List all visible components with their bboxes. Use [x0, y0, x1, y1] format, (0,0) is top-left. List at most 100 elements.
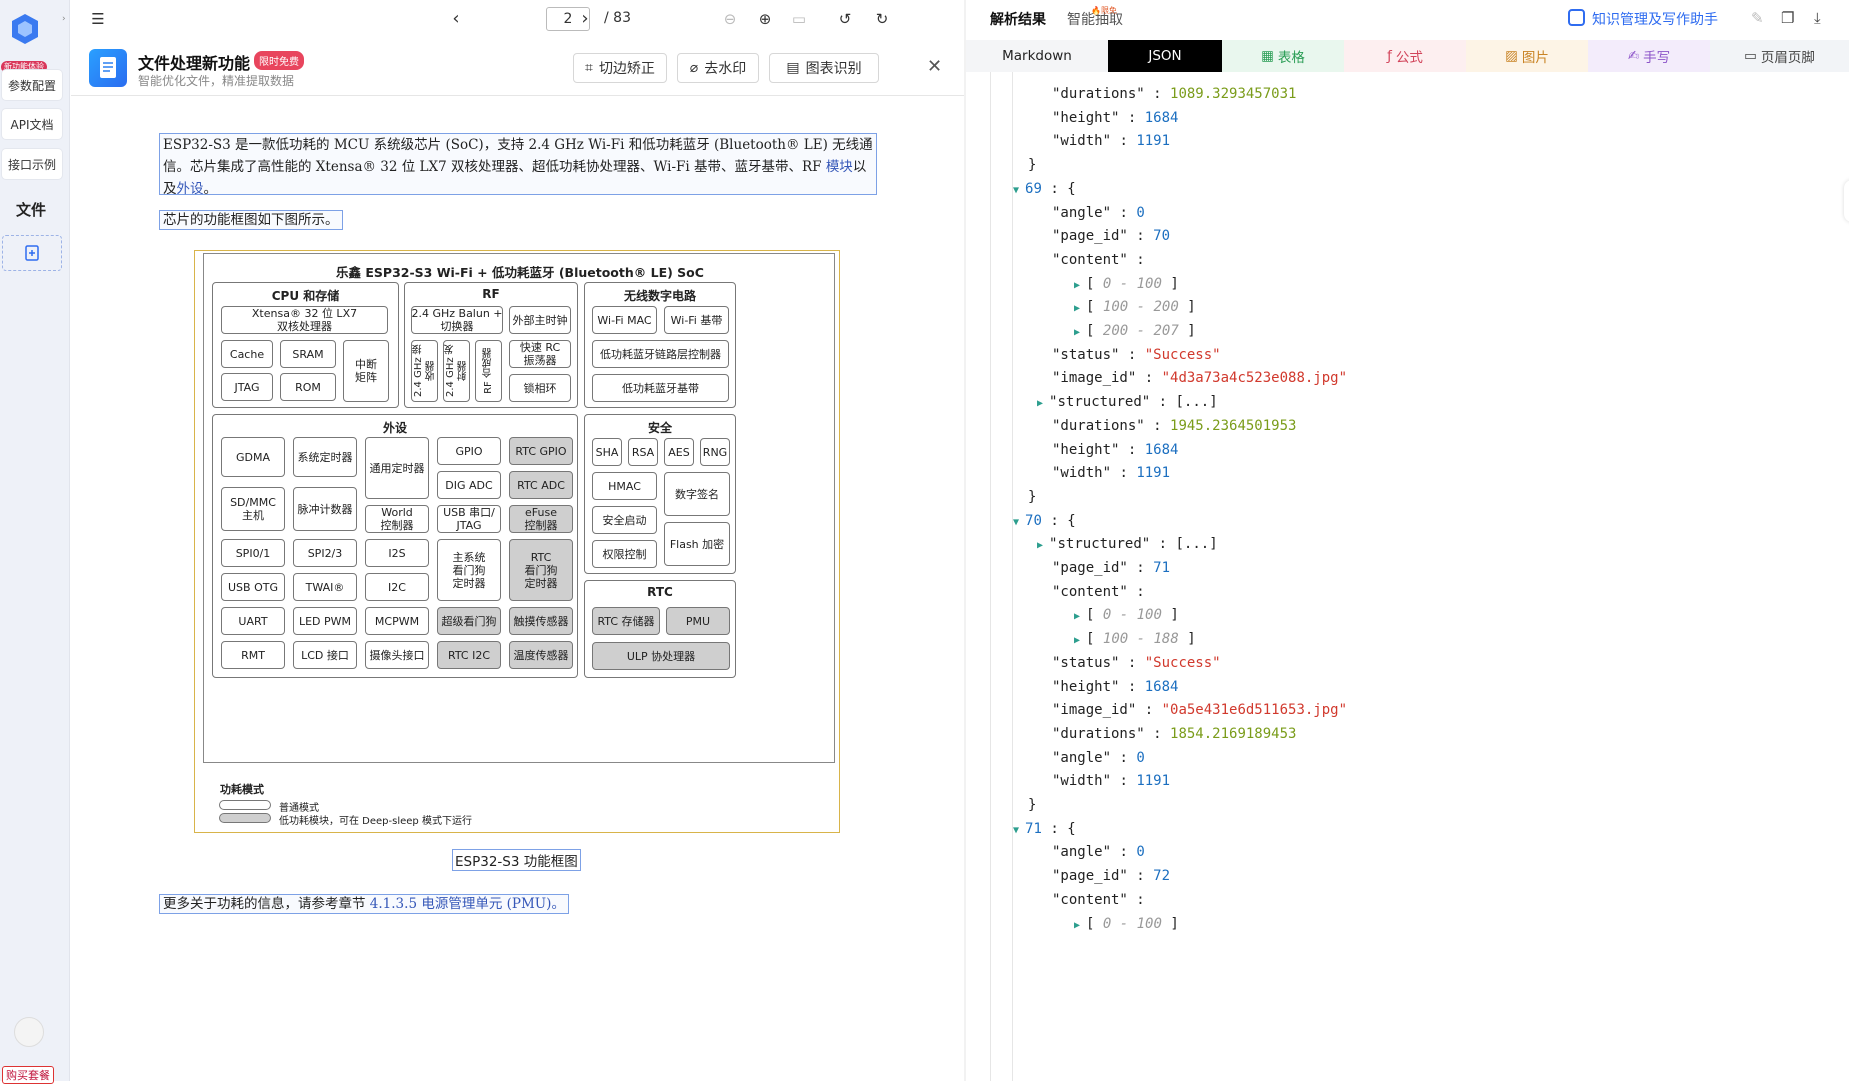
json-line[interactable]: } — [1028, 795, 1036, 815]
tab-image[interactable]: ▨ 图片 — [1466, 40, 1588, 72]
sidebar-item-settings[interactable]: 参数配置 — [2, 70, 62, 100]
json-value: 0 — [1136, 204, 1145, 221]
json-line[interactable]: ▶ [ 100 - 188 ] — [1074, 629, 1196, 651]
module-link[interactable]: 模块 — [826, 159, 853, 175]
json-line[interactable]: "status" : "Success" — [1052, 345, 1221, 365]
json-line[interactable]: ▶ "structured" : [...] — [1037, 392, 1218, 414]
json-line[interactable]: ▼ 69 : { — [1013, 179, 1076, 201]
balun-block: 2.4 GHz Balun + 切换器 — [411, 306, 503, 334]
sidebar-file-label[interactable]: 文件 — [0, 195, 62, 223]
json-colon: : — [1127, 891, 1154, 908]
peripheral-link[interactable]: 外设 — [177, 181, 204, 197]
buy-plan-button[interactable]: 购买套餐 — [2, 1066, 54, 1084]
sidebar-item-examples[interactable]: 接口示例 — [2, 149, 62, 179]
json-line[interactable]: "content" : — [1052, 250, 1153, 270]
tab-json[interactable]: JSON — [1108, 40, 1222, 72]
json-line[interactable]: } — [1028, 155, 1036, 175]
crop-correct-button[interactable]: ⌗ 切边矫正 — [573, 53, 667, 83]
json-line[interactable]: ▶ [ 200 - 207 ] — [1074, 321, 1196, 343]
json-line[interactable]: "content" : — [1052, 582, 1153, 602]
json-line[interactable]: "page_id" : 72 — [1052, 866, 1170, 886]
rotate-left-icon[interactable]: ↺ — [836, 10, 854, 28]
json-value: [...] — [1175, 536, 1218, 553]
json-line[interactable]: "height" : 1684 — [1052, 440, 1178, 460]
json-line[interactable]: "height" : 1684 — [1052, 677, 1178, 697]
json-line[interactable]: "height" : 1684 — [1052, 108, 1178, 128]
tab-parse-result[interactable]: 解析结果 — [990, 9, 1046, 29]
json-line[interactable]: "image_id" : "0a5e431e6d511653.jpg" — [1052, 700, 1347, 720]
json-line[interactable]: } — [1028, 487, 1036, 507]
zoom-out-icon[interactable]: ⊖ — [721, 10, 739, 28]
rtc-group: RTC RTC 存储器 PMU ULP 协处理器 — [584, 580, 736, 678]
json-line[interactable]: "page_id" : 70 — [1052, 226, 1170, 246]
peripheral-block: GPIO — [437, 437, 501, 465]
peripheral-block: I2C — [365, 573, 429, 601]
rtc-group-title: RTC — [647, 585, 673, 599]
peripheral-block: RTC 看门狗 定时器 — [509, 539, 573, 601]
json-line[interactable]: "durations" : 1945.2364501953 — [1052, 416, 1296, 436]
sidebar-item-api-docs[interactable]: API文档 — [2, 109, 62, 139]
prev-page-icon[interactable]: ‹ — [447, 10, 465, 28]
json-line[interactable]: "width" : 1191 — [1052, 771, 1170, 791]
remove-watermark-button[interactable]: ⌀ 去水印 — [677, 53, 759, 83]
json-line[interactable]: ▶ [ 100 - 200 ] — [1074, 297, 1196, 319]
paragraph-figure-intro[interactable]: 芯片的功能框图如下图所示。 — [159, 210, 343, 230]
rotate-right-icon[interactable]: ↻ — [873, 10, 891, 28]
json-line[interactable]: "durations" : 1854.2169189453 — [1052, 724, 1296, 744]
remove-watermark-label: 去水印 — [704, 61, 747, 77]
assistant-icon[interactable] — [1568, 9, 1585, 26]
json-line[interactable]: "angle" : 0 — [1052, 748, 1145, 768]
download-icon[interactable]: ⤓ — [1814, 9, 1821, 27]
json-line[interactable]: "width" : 1191 — [1052, 131, 1170, 151]
json-line[interactable]: ▶ [ 0 - 100 ] — [1074, 914, 1179, 936]
assistant-link[interactable]: 知识管理及写作助手 — [1592, 9, 1718, 29]
json-line[interactable]: ▼ 71 : { — [1013, 819, 1076, 841]
json-colon: : — [1150, 394, 1176, 411]
json-line[interactable]: ▶ [ 0 - 100 ] — [1074, 274, 1179, 296]
edit-icon[interactable]: ✎ — [1751, 9, 1764, 27]
file-feature-icon — [89, 49, 127, 87]
json-line[interactable]: ▶ [ 0 - 100 ] — [1074, 605, 1179, 627]
user-avatar[interactable] — [14, 1017, 44, 1047]
json-key: "page_id" — [1052, 868, 1128, 885]
json-line[interactable]: "image_id" : "4d3a73a4c523e088.jpg" — [1052, 368, 1347, 388]
json-line[interactable]: "content" : — [1052, 890, 1153, 910]
chart-recognition-button[interactable]: ▤ 图表识别 — [769, 53, 879, 83]
app-logo-icon[interactable] — [9, 12, 41, 46]
next-page-icon[interactable]: › — [576, 10, 594, 28]
json-line[interactable]: "angle" : 0 — [1052, 203, 1145, 223]
json-line[interactable]: ▼ 70 : { — [1013, 511, 1076, 533]
tab-formula[interactable]: ƒ 公式 — [1344, 40, 1466, 72]
json-colon: : — [1111, 204, 1137, 221]
image-icon: ▨ — [1505, 48, 1518, 64]
collapse-chevron-icon[interactable]: › — [62, 14, 66, 24]
file-doc-icon[interactable] — [2, 235, 62, 271]
soc-title: 乐鑫 ESP32-S3 Wi-Fi + 低功耗蓝牙 (Bluetooth® LE… — [336, 265, 704, 280]
copy-icon[interactable]: ❐ — [1781, 9, 1794, 27]
floating-side-button[interactable] — [1844, 180, 1849, 222]
close-banner-icon[interactable]: ✕ — [927, 56, 942, 77]
json-key: "angle" — [1052, 749, 1112, 766]
json-line[interactable]: "angle" : 0 — [1052, 842, 1145, 862]
json-line[interactable]: "page_id" : 71 — [1052, 558, 1170, 578]
tab-markdown[interactable]: Markdown — [966, 40, 1108, 72]
zoom-in-icon[interactable]: ⊕ — [756, 10, 774, 28]
json-viewer[interactable]: "durations" : 1089.3293457031 "height" : … — [966, 72, 1849, 1081]
paragraph-intro[interactable]: ESP32-S3 是一款低功耗的 MCU 系统级芯片 (SoC)，支持 2.4 … — [159, 133, 877, 197]
outline-list-icon[interactable]: ☰ — [89, 10, 107, 28]
pmu-section-link[interactable]: 4.1.3.5 电源管理单元 (PMU) — [370, 896, 552, 912]
json-line[interactable]: "durations" : 1089.3293457031 — [1052, 84, 1296, 104]
paragraph-pmu-reference[interactable]: 更多关于功耗的信息，请参考章节 4.1.3.5 电源管理单元 (PMU)。 — [159, 894, 569, 914]
figure-caption[interactable]: ESP32-S3 功能框图 — [452, 849, 581, 871]
json-line[interactable]: ▶ "structured" : [...] — [1037, 534, 1218, 556]
formula-icon: ƒ — [1387, 48, 1392, 64]
json-line[interactable]: "status" : "Success" — [1052, 653, 1221, 673]
block-diagram-figure[interactable]: 乐鑫 ESP32-S3 Wi-Fi + 低功耗蓝牙 (Bluetooth® LE… — [194, 250, 840, 833]
tab-handwriting[interactable]: ✍ 手写 — [1588, 40, 1710, 72]
pmu-reference-text: 更多关于功耗的信息，请参考章节 — [163, 896, 370, 912]
peripheral-block: 通用定时器 — [365, 437, 429, 499]
tab-header-footer[interactable]: ▭ 页眉页脚 — [1710, 40, 1849, 72]
tab-table[interactable]: ▦ 表格 — [1222, 40, 1344, 72]
fit-page-icon[interactable]: ▭ — [790, 10, 808, 28]
json-line[interactable]: "width" : 1191 — [1052, 463, 1170, 483]
